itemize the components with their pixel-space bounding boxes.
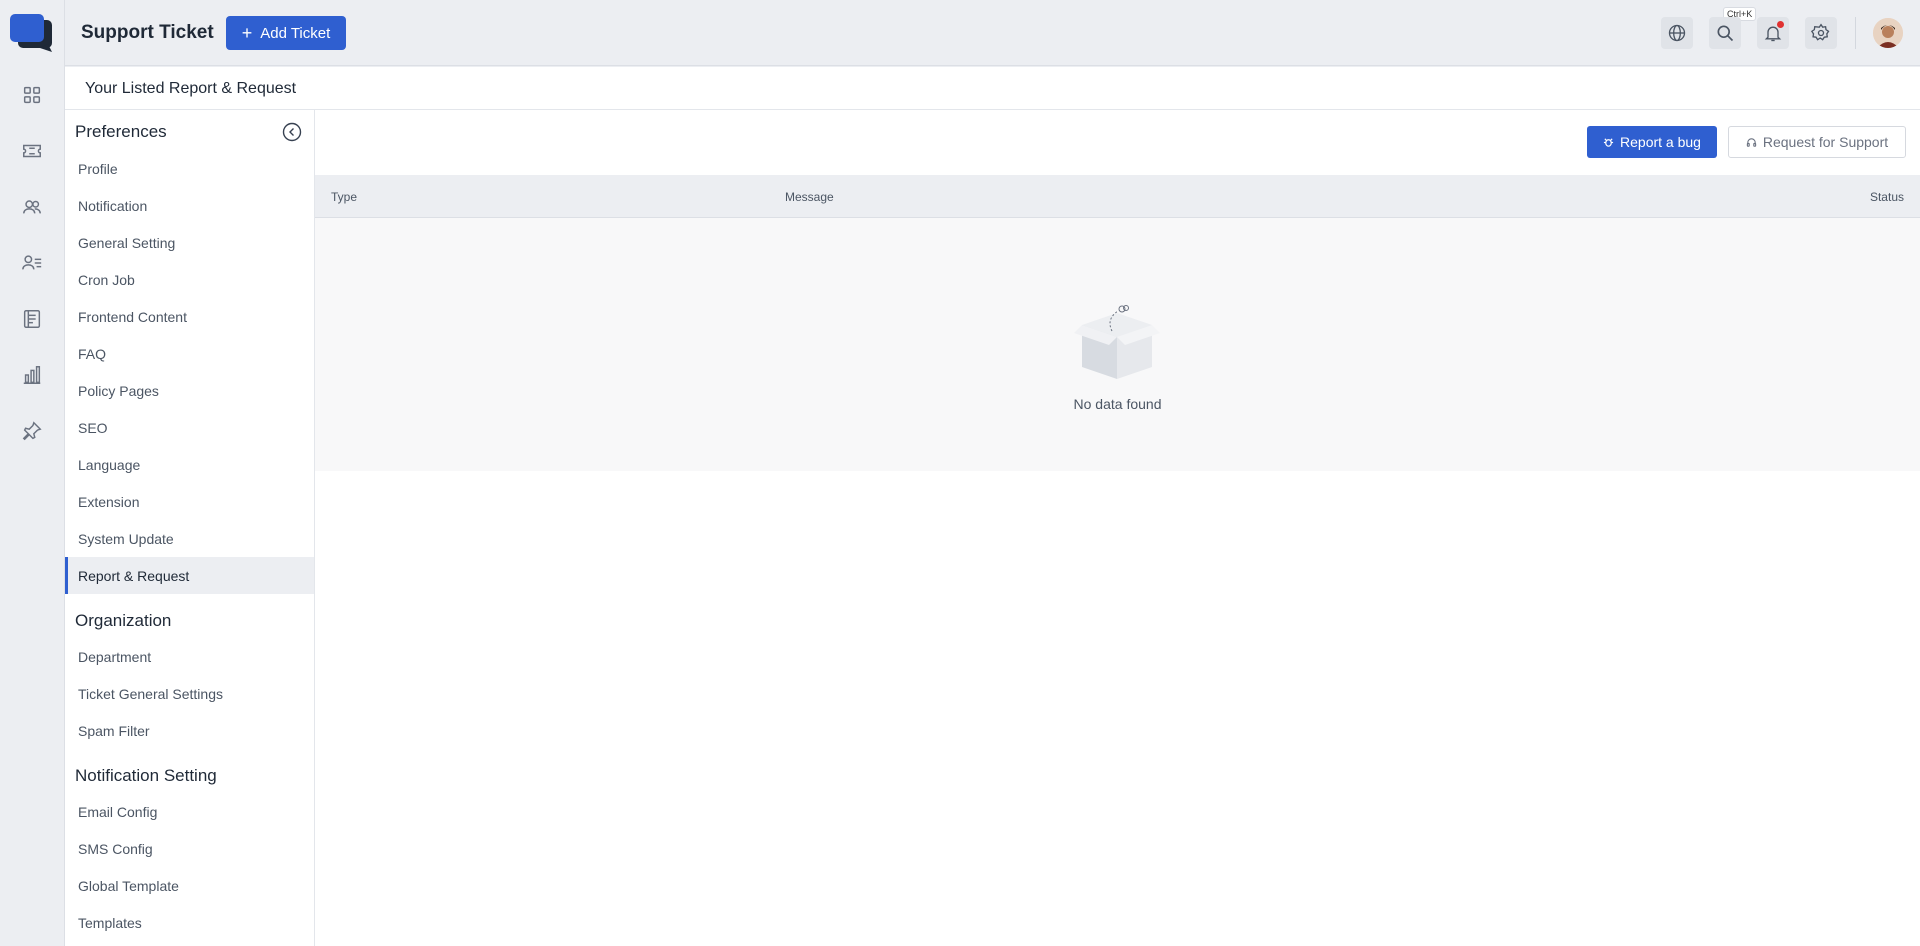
main-panel: Your Listed Report & Request Preferences…: [65, 67, 1920, 946]
sidebar-item-department[interactable]: Department: [65, 638, 314, 675]
pin-icon[interactable]: [20, 419, 44, 443]
globe-icon: [1668, 24, 1686, 42]
dashboard-icon[interactable]: [20, 83, 44, 107]
headset-icon: [1746, 137, 1757, 147]
gear-icon: [1811, 23, 1830, 41]
settings-sidebar: Preferences Profile Notification General…: [65, 110, 315, 946]
section-title-notification-setting: Notification Setting: [75, 766, 217, 785]
header-divider: [1855, 17, 1856, 49]
settings-button[interactable]: [1805, 17, 1837, 49]
add-ticket-label: Add Ticket: [260, 24, 331, 42]
sidebar-item-notification[interactable]: Notification: [65, 187, 314, 224]
column-header-message: Message: [785, 190, 834, 204]
report-bug-label: Report a bug: [1620, 134, 1701, 150]
sidebar-item-extension[interactable]: Extension: [65, 483, 314, 520]
language-button[interactable]: [1661, 17, 1693, 49]
table-body: No data found: [315, 218, 1920, 471]
ticket-icon[interactable]: [20, 139, 44, 163]
sidebar-item-faq[interactable]: FAQ: [65, 335, 314, 372]
content-area: Report a bug Request for Support Type Me…: [315, 110, 1920, 946]
page-title: Your Listed Report & Request: [85, 80, 297, 97]
sidebar-item-templates[interactable]: Templates: [65, 904, 314, 941]
section-title-preferences: Preferences: [75, 122, 167, 141]
articles-icon[interactable]: [20, 307, 44, 331]
app-logo-icon[interactable]: [10, 14, 54, 52]
bug-icon: [1603, 137, 1614, 147]
reports-icon[interactable]: [20, 363, 44, 387]
sidebar-item-email-config[interactable]: Email Config: [65, 793, 314, 830]
search-button[interactable]: [1709, 17, 1741, 49]
search-icon: [1717, 25, 1734, 42]
sidebar-item-seo[interactable]: SEO: [65, 409, 314, 446]
sidebar-item-frontend-content[interactable]: Frontend Content: [65, 298, 314, 335]
collapse-sidebar-icon[interactable]: [282, 122, 302, 142]
notification-dot: [1777, 21, 1784, 28]
sidebar-item-sms-config[interactable]: SMS Config: [65, 830, 314, 867]
section-title-organization: Organization: [75, 611, 172, 630]
empty-state-text: No data found: [1073, 396, 1162, 412]
table-header: Type Message Status: [315, 175, 1920, 218]
sidebar-item-system-update[interactable]: System Update: [65, 520, 314, 557]
app-title: Support Ticket: [81, 22, 214, 43]
empty-box-icon: [1070, 303, 1164, 381]
sidebar-item-profile[interactable]: Profile: [65, 150, 314, 187]
avatar[interactable]: [1873, 18, 1903, 48]
add-ticket-button[interactable]: + Add Ticket: [226, 16, 346, 50]
sidebar-item-policy-pages[interactable]: Policy Pages: [65, 372, 314, 409]
plus-icon: +: [241, 23, 253, 43]
report-bug-button[interactable]: Report a bug: [1587, 126, 1717, 158]
notifications-button[interactable]: [1757, 17, 1789, 49]
sidebar-item-global-template[interactable]: Global Template: [65, 867, 314, 904]
top-header: Support Ticket + Add Ticket: [65, 0, 1920, 66]
sidebar-item-ticket-general-settings[interactable]: Ticket General Settings: [65, 675, 314, 712]
agents-icon[interactable]: [20, 251, 44, 275]
sidebar-item-cron-job[interactable]: Cron Job: [65, 261, 314, 298]
sidebar-item-spam-filter[interactable]: Spam Filter: [65, 712, 314, 749]
users-icon[interactable]: [20, 195, 44, 219]
sidebar-item-language[interactable]: Language: [65, 446, 314, 483]
request-support-button[interactable]: Request for Support: [1728, 126, 1906, 158]
request-support-label: Request for Support: [1762, 134, 1889, 150]
column-header-type: Type: [331, 190, 358, 204]
sidebar-item-report-request[interactable]: Report & Request: [65, 557, 314, 594]
left-rail: [0, 0, 65, 946]
sidebar-item-general-setting[interactable]: General Setting: [65, 224, 314, 261]
column-header-status: Status: [1869, 190, 1904, 204]
